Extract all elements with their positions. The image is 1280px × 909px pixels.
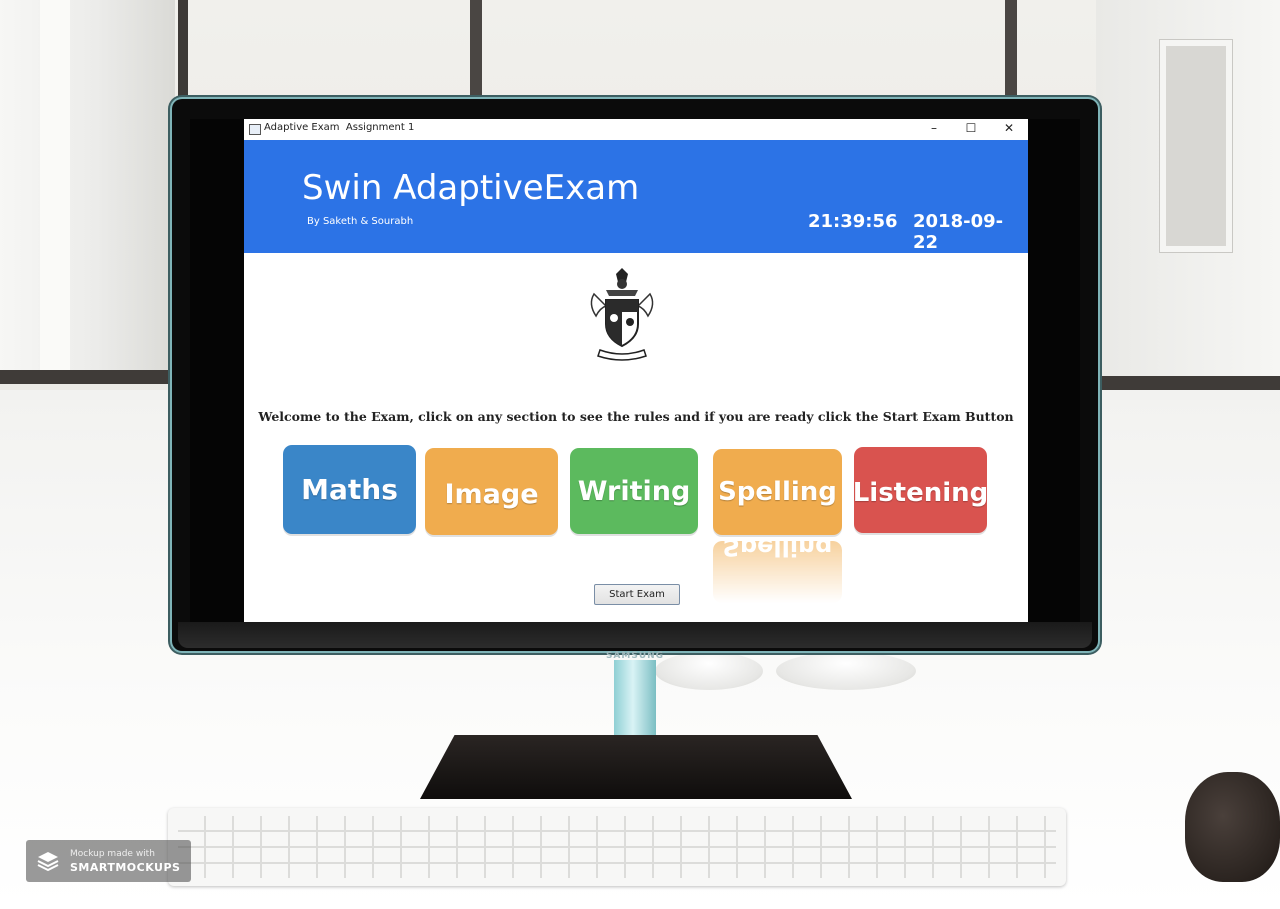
wall-picture xyxy=(1160,40,1232,252)
header-band: Swin AdaptiveExam By Saketh & Sourabh 21… xyxy=(244,140,1028,253)
clock-time: 21:39:56 xyxy=(808,211,898,232)
spelling-tile-reflection: Spelling xyxy=(713,541,842,603)
shelf xyxy=(1100,376,1280,390)
university-crest-logo xyxy=(576,264,668,364)
layers-icon xyxy=(37,852,59,872)
section-tile-label: Writing xyxy=(577,475,691,507)
welcome-message: Welcome to the Exam, click on any sectio… xyxy=(258,409,1014,424)
mockup-badge-caption: Mockup made with xyxy=(70,849,155,859)
section-tile-spelling[interactable]: Spelling xyxy=(713,449,842,535)
section-tile-label: Image xyxy=(444,479,539,510)
mockup-badge: Mockup made with SMARTMOCKUPS xyxy=(26,840,191,882)
monitor-stand-base xyxy=(420,735,852,799)
app-window-icon xyxy=(249,124,261,135)
maximize-button[interactable]: ☐ xyxy=(953,119,989,140)
monitor-bezel xyxy=(178,622,1092,648)
door-frame xyxy=(178,0,188,100)
screen-margin xyxy=(1028,119,1080,622)
speaker xyxy=(776,652,916,690)
mouse xyxy=(1185,772,1280,882)
app-title: Swin AdaptiveExam xyxy=(302,168,640,208)
keyboard-keys xyxy=(178,816,1056,878)
section-tile-label: Spelling xyxy=(718,477,837,507)
section-tile-image[interactable]: Image xyxy=(425,448,558,535)
mockup-badge-brand: SMARTMOCKUPS xyxy=(70,861,181,874)
clock-date: 2018-09-22 xyxy=(913,211,1004,253)
section-tile-label: Maths xyxy=(301,473,398,506)
shelf xyxy=(0,370,172,384)
section-tile-listening[interactable]: Listening xyxy=(852,447,989,533)
close-button[interactable]: ✕ xyxy=(991,119,1027,140)
title-bar[interactable]: Adaptive Exam Assignment 1 – ☐ ✕ xyxy=(244,119,1028,140)
left-wall xyxy=(0,0,175,380)
section-tile-label: Listening xyxy=(852,478,989,508)
door-frame xyxy=(1005,0,1017,100)
monitor-stand-neck xyxy=(614,660,656,742)
section-tile-maths[interactable]: Maths xyxy=(283,445,416,534)
app-subtitle: By Saketh & Sourabh xyxy=(307,216,414,227)
reflection-label: Spelling xyxy=(722,541,833,561)
section-tile-writing[interactable]: Writing xyxy=(570,448,698,534)
start-exam-button[interactable]: Start Exam xyxy=(594,584,680,605)
window-frame xyxy=(40,0,70,380)
screen-margin xyxy=(190,119,244,622)
keyboard xyxy=(168,808,1066,886)
minimize-button[interactable]: – xyxy=(916,119,952,140)
window-title: Adaptive Exam Assignment 1 xyxy=(264,122,415,133)
door-frame xyxy=(470,0,482,100)
app-window: Adaptive Exam Assignment 1 – ☐ ✕ Swin Ad… xyxy=(244,119,1028,622)
